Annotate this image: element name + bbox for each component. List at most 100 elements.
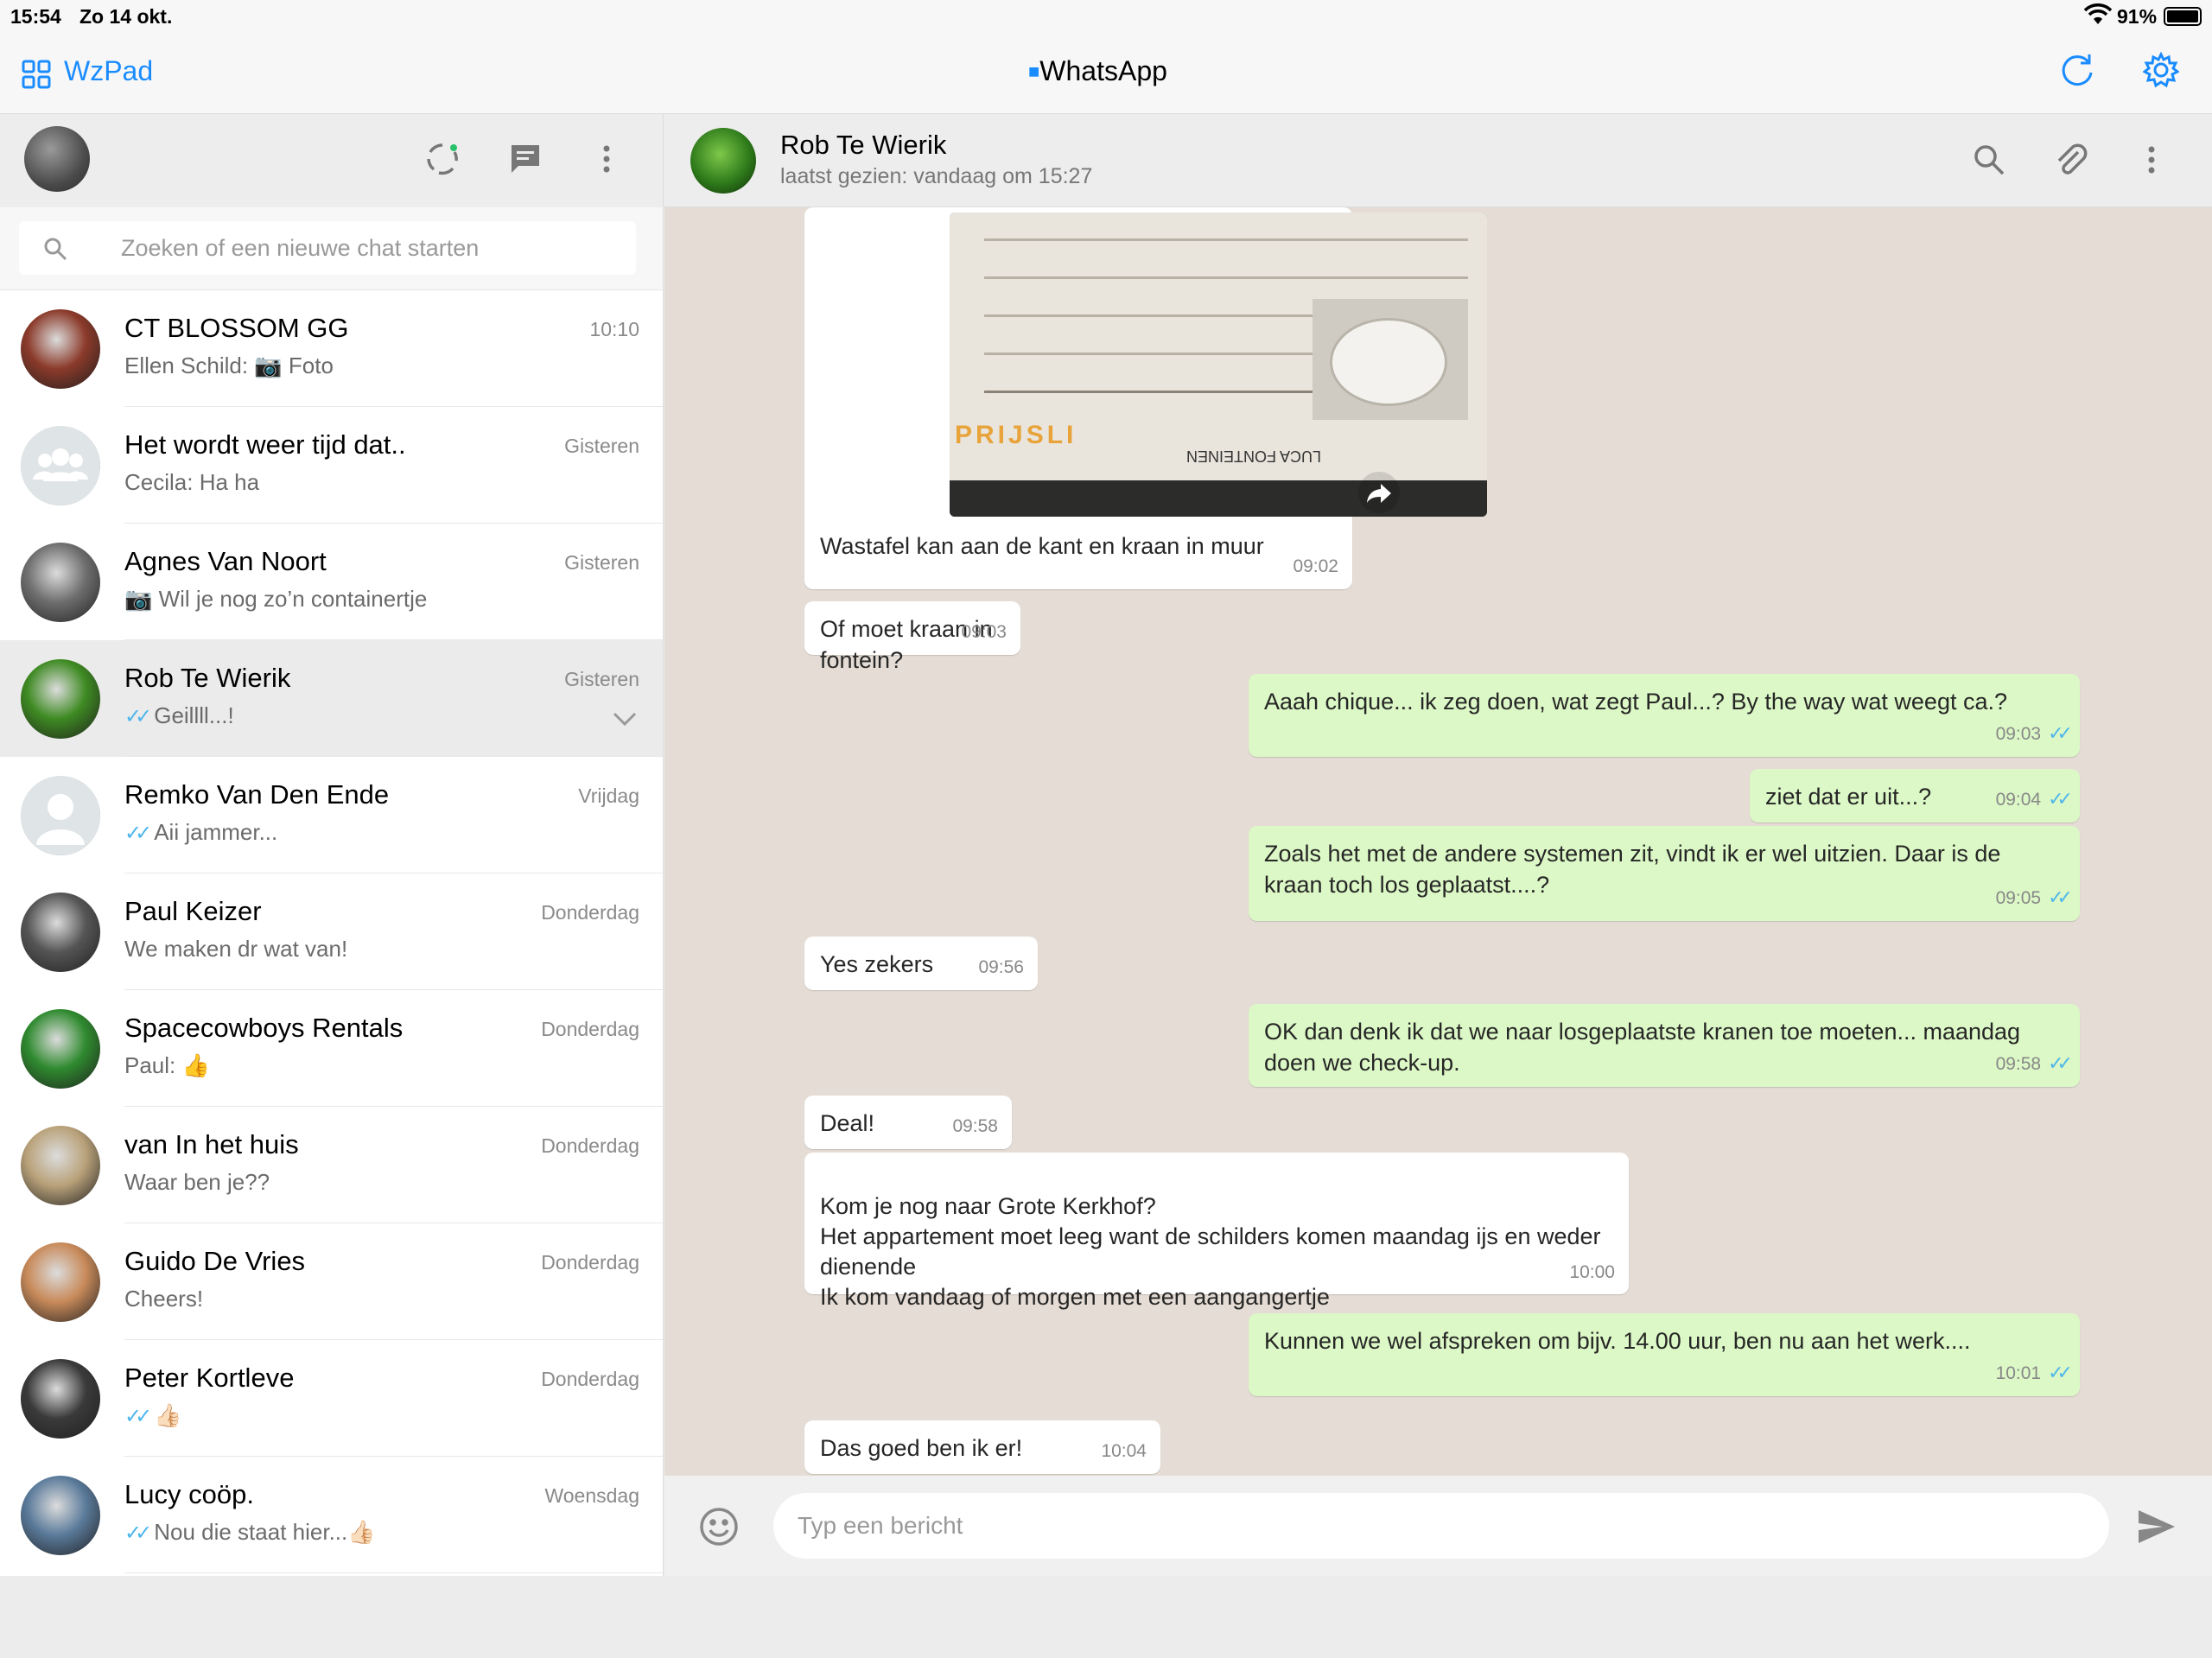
- chat-list-item[interactable]: Paul Keizer Donderdag We maken dr wat van!: [0, 873, 663, 990]
- new-chat-icon[interactable]: [506, 140, 544, 178]
- search-box[interactable]: [19, 221, 636, 275]
- paperclip-icon[interactable]: [2052, 142, 2088, 178]
- gear-icon[interactable]: [2142, 51, 2180, 88]
- photo-text-luca: LUCA FONTEINEN: [1186, 448, 1322, 465]
- message-bubble[interactable]: Deal! 09:58: [804, 1096, 1012, 1149]
- chat-name: Lucy coöp.: [124, 1479, 254, 1509]
- message-time: 10:00: [1569, 1262, 1615, 1282]
- contact-avatar[interactable]: [21, 1009, 100, 1089]
- contact-avatar[interactable]: [21, 1242, 100, 1322]
- contact-avatar[interactable]: [690, 128, 756, 194]
- chat-list-item[interactable]: Het wordt weer tijd dat.. Gisteren Cecila:…: [0, 407, 663, 524]
- emoji-icon[interactable]: [697, 1505, 741, 1548]
- message-time: 10:04: [1101, 1441, 1147, 1461]
- message-text: Das goed ben ik er!: [820, 1435, 1023, 1461]
- contact-avatar[interactable]: [21, 309, 100, 389]
- search-input[interactable]: [121, 230, 605, 266]
- chat-list-item[interactable]: van In het huis Donderdag Waar ben je??: [0, 1107, 663, 1223]
- message-bubble[interactable]: Aaah chique... ik zeg doen, wat zegt Pau…: [1249, 674, 2080, 757]
- chat-preview-text: Cheers!: [124, 1286, 204, 1312]
- message-input-box[interactable]: [773, 1493, 2109, 1559]
- chat-preview: Waar ben je??: [124, 1169, 270, 1196]
- message-bubble[interactable]: Kom je nog naar Grote Kerkhof? Het appar…: [804, 1153, 1629, 1310]
- chat-name: van In het huis: [124, 1129, 299, 1159]
- read-ticks-icon: ✓✓: [124, 705, 152, 728]
- chat-name: Rob Te Wierik: [124, 663, 291, 693]
- contact-avatar[interactable]: [21, 776, 100, 855]
- message-time: 09:58: [952, 1116, 998, 1136]
- message-text: Kom je nog naar Grote Kerkhof? Het appar…: [820, 1193, 1601, 1310]
- photo-message[interactable]: PRIJSLI LUCA FONTEINEN Wastafel kan aan …: [804, 207, 1487, 589]
- grid-icon[interactable]: [21, 59, 52, 90]
- app-name-link[interactable]: WzPad: [64, 55, 153, 87]
- message-bubble[interactable]: Das goed ben ik er! 10:04: [804, 1420, 1160, 1474]
- chat-list-item[interactable]: Spacecowboys Rentals Donderdag Paul: 👍: [0, 990, 663, 1107]
- chat-list-item[interactable]: Agnes Van Noort Gisteren 📷 Wil je nog zo’n…: [0, 524, 663, 640]
- chat-name: Paul Keizer: [124, 896, 262, 926]
- chat-preview-text: Nou die staat hier...👍🏻: [154, 1519, 376, 1545]
- my-avatar[interactable]: [24, 126, 90, 192]
- chat-list-item[interactable]: CT BLOSSOM GG 10:10 Ellen Schild: 📷 Foto: [0, 290, 663, 407]
- search-icon: [41, 235, 69, 263]
- message-text: Wastafel kan aan de kant en kraan in muu…: [820, 533, 1264, 559]
- read-ticks-icon: ✓✓: [124, 822, 152, 845]
- message-text: Aaah chique... ik zeg doen, wat zegt Pau…: [1264, 689, 2008, 715]
- send-icon[interactable]: [2137, 1509, 2177, 1545]
- message-text: Zoals het met de andere systemen zit, vi…: [1264, 841, 2001, 898]
- chat-list-item[interactable]: Peter Kortleve Donderdag ✓✓ 👍🏻: [0, 1340, 663, 1457]
- message-bubble[interactable]: OK dan denk ik dat we naar losgeplaatste…: [1249, 1004, 2080, 1087]
- search-icon[interactable]: [1971, 142, 2007, 178]
- refresh-icon[interactable]: [2059, 52, 2095, 88]
- message-area[interactable]: PRIJSLI LUCA FONTEINEN Wastafel kan aan …: [664, 207, 2212, 1545]
- chat-time: 10:10: [589, 318, 639, 340]
- message-bubble[interactable]: Zoals het met de andere systemen zit, vi…: [1249, 826, 2080, 921]
- message-time: 09:56: [978, 957, 1024, 977]
- contact-name[interactable]: Rob Te Wierik: [780, 130, 946, 161]
- message-time: 10:01: [1995, 1363, 2042, 1383]
- chat-preview: Cecila: Ha ha: [124, 469, 259, 496]
- chat-list-item[interactable]: Rob Te Wierik Gisteren ✓✓ Geillll...!: [0, 640, 663, 757]
- chat-list-item[interactable]: Remko Van Den Ende Vrijdag ✓✓ Aii jammer...: [0, 757, 663, 873]
- chat-list-item[interactable]: Guido De Vries Donderdag Cheers!: [0, 1223, 663, 1340]
- chat-list-panel: CT BLOSSOM GG 10:10 Ellen Schild: 📷 Foto He…: [0, 114, 664, 1576]
- message-text: OK dan denk ik dat we naar losgeplaatste…: [1264, 1019, 2021, 1076]
- contact-avatar[interactable]: [21, 893, 100, 972]
- message-bubble[interactable]: ziet dat er uit...? 09:04 ✓✓: [1750, 769, 2080, 823]
- chat-preview: Paul: 👍: [124, 1052, 210, 1079]
- chevron-down-icon[interactable]: [612, 709, 638, 728]
- wifi-icon: [2083, 3, 2113, 32]
- contact-avatar[interactable]: [21, 543, 100, 622]
- contact-avatar[interactable]: [21, 426, 100, 505]
- chat-time: Donderdag: [541, 901, 639, 924]
- chat-time: Donderdag: [541, 1018, 639, 1040]
- status-icon[interactable]: [423, 140, 461, 178]
- contact-avatar[interactable]: [21, 1476, 100, 1555]
- contact-avatar[interactable]: [21, 1359, 100, 1439]
- message-input[interactable]: [798, 1505, 2076, 1547]
- menu-icon[interactable]: [588, 140, 626, 178]
- menu-icon[interactable]: [2133, 142, 2170, 178]
- message-photo[interactable]: PRIJSLI LUCA FONTEINEN: [950, 213, 1487, 517]
- status-date: Zo 14 okt.: [79, 5, 173, 28]
- chat-list: CT BLOSSOM GG 10:10 Ellen Schild: 📷 Foto He…: [0, 290, 663, 1576]
- message-bubble[interactable]: Yes zekers 09:56: [804, 937, 1038, 990]
- forward-icon[interactable]: [1358, 472, 1400, 513]
- message-bubble[interactable]: Of moet kraan in fontein? 09:03: [804, 601, 1020, 673]
- message-text: Deal!: [820, 1110, 875, 1136]
- contact-avatar[interactable]: [21, 659, 100, 739]
- chat-preview: ✓✓ 👍🏻: [124, 1402, 182, 1429]
- battery-percentage: 91%: [2117, 5, 2158, 28]
- chat-time: Donderdag: [541, 1368, 639, 1390]
- message-bubble[interactable]: Kunnen we wel afspreken om bijv. 14.00 u…: [1249, 1313, 2080, 1396]
- contact-avatar[interactable]: [21, 1126, 100, 1205]
- chat-time: Gisteren: [564, 668, 639, 690]
- chat-list-item[interactable]: Lucy coöp. Woensdag ✓✓ Nou die staat hier..…: [0, 1457, 663, 1573]
- chat-list-header: [0, 114, 663, 207]
- chat-name: Agnes Van Noort: [124, 546, 327, 576]
- read-ticks-icon: ✓✓: [2048, 788, 2073, 810]
- chat-time: Vrijdag: [578, 785, 639, 807]
- chat-preview-text: We maken dr wat van!: [124, 936, 348, 962]
- chat-preview: We maken dr wat van!: [124, 936, 347, 962]
- chat-preview: ✓✓ Nou die staat hier...👍🏻: [124, 1519, 376, 1546]
- chat-preview-text: Paul: 👍: [124, 1052, 210, 1078]
